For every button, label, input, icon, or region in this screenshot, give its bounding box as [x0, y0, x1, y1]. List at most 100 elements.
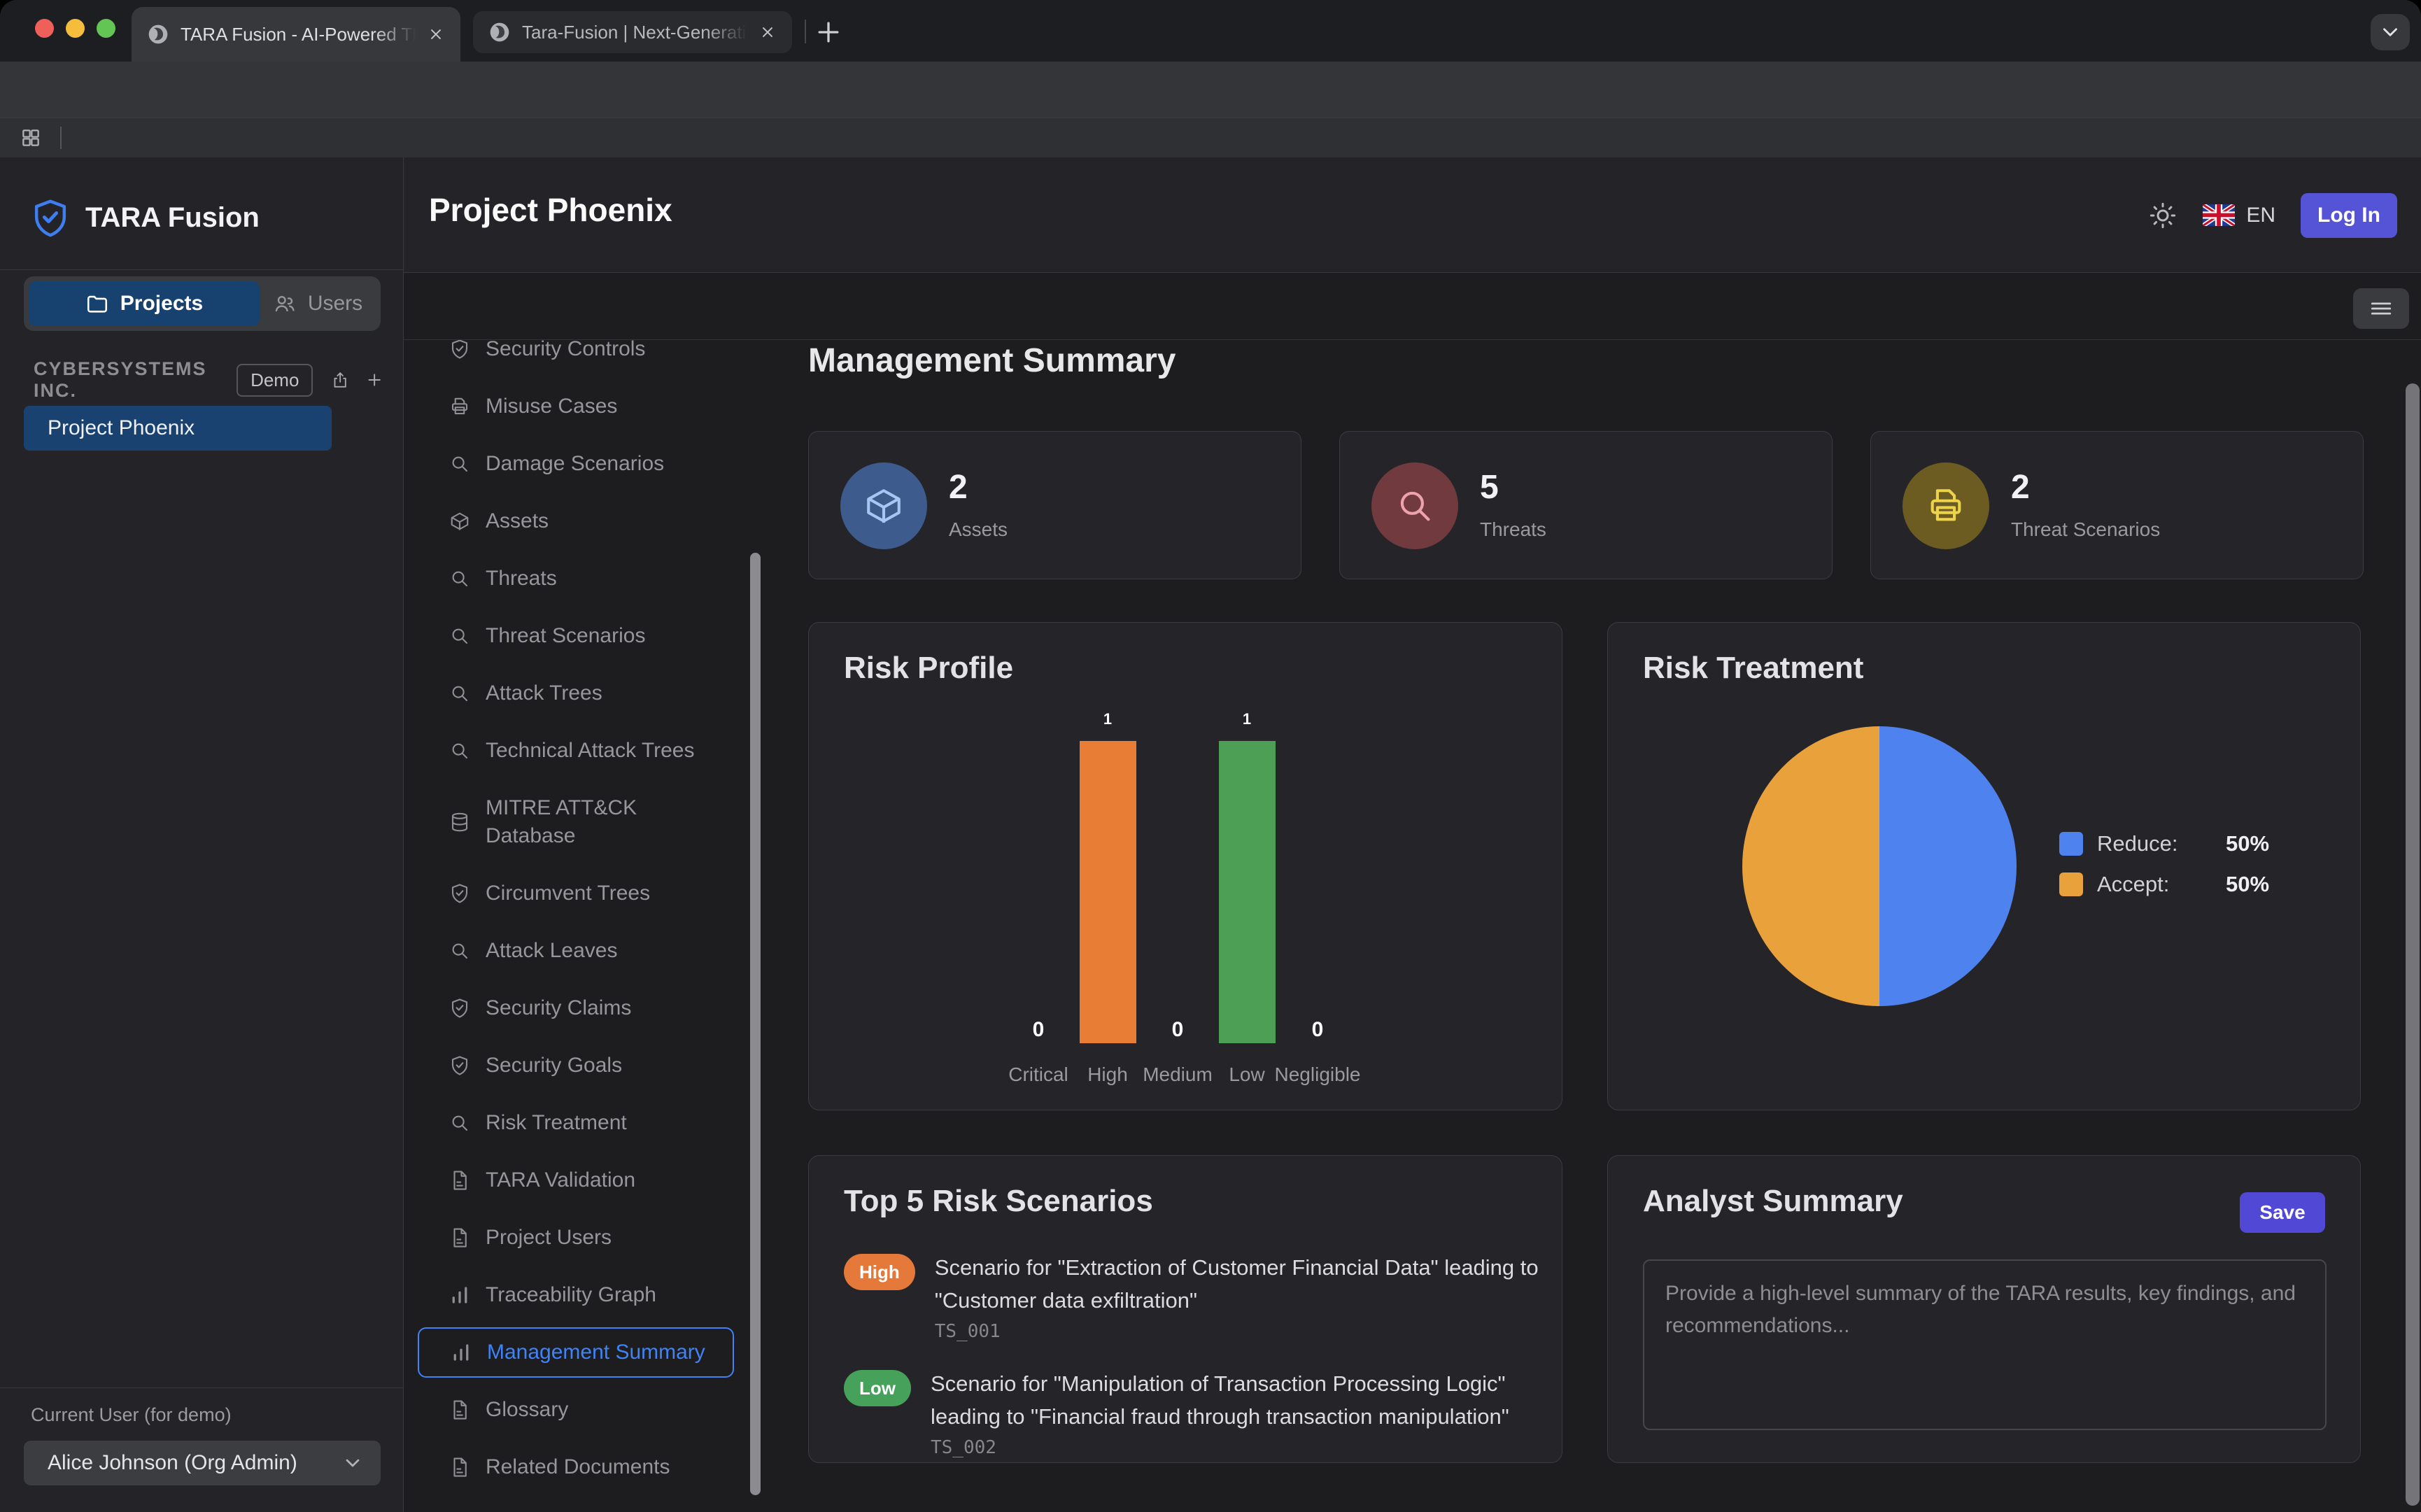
new-tab-button[interactable]	[813, 17, 844, 48]
current-user-select[interactable]: Alice Johnson (Org Admin)	[24, 1441, 381, 1485]
folder-icon	[85, 292, 109, 316]
demo-badge: Demo	[237, 364, 313, 397]
theme-toggle-sun-icon[interactable]	[2148, 201, 2178, 230]
header-actions: EN Log In	[2148, 157, 2397, 273]
top5-title: Top 5 Risk Scenarios	[844, 1184, 1153, 1219]
tab-projects[interactable]: Projects	[29, 281, 260, 326]
nav-scrollbar-thumb[interactable]	[750, 553, 761, 1495]
project-title: Project Phoenix	[429, 191, 672, 229]
nav-item-label: Management Summary	[487, 1338, 732, 1366]
language-switcher[interactable]: EN	[2203, 204, 2275, 227]
risk-scenario-item[interactable]: Low Scenario for "Manipulation of Transa…	[844, 1367, 1534, 1458]
export-icon[interactable]	[331, 369, 349, 391]
nav-item[interactable]: Related Documents	[404, 1439, 754, 1496]
nav-item-icon	[449, 396, 470, 417]
nav-item-label: Threat Scenarios	[486, 622, 730, 650]
tab-title: Tara-Fusion | Next-Generation	[522, 22, 747, 43]
stat-label: Threat Scenarios	[2011, 518, 2160, 541]
hamburger-icon	[2368, 295, 2394, 322]
app-header: Project Phoenix EN Log	[404, 157, 2421, 273]
nav-item[interactable]: Traceability Graph	[404, 1266, 754, 1324]
nav-item[interactable]: Threat Scenarios	[404, 607, 754, 665]
bar-value-label: 1	[1103, 710, 1112, 728]
nav-item[interactable]: Threats	[404, 550, 754, 607]
browser-tab-active[interactable]: TARA Fusion - AI-Powered Th	[132, 7, 460, 62]
chevron-down-icon	[2378, 20, 2402, 44]
menu-button[interactable]	[2353, 288, 2409, 329]
risk-treatment-card: Risk Treatment Reduce: 50%	[1607, 622, 2361, 1110]
close-tab-icon[interactable]	[427, 25, 445, 43]
stat-value: 2	[949, 468, 968, 507]
sidebar-tabs: Projects Users	[24, 276, 381, 331]
nav-item[interactable]: TARA Validation	[404, 1152, 754, 1209]
nav-item-label: Project Users	[486, 1224, 730, 1252]
legend-value: 50%	[2226, 831, 2269, 856]
nav-item[interactable]: Management Summary	[418, 1327, 734, 1378]
bookmarks-divider	[60, 127, 62, 149]
nav-item[interactable]: Attack Leaves	[404, 922, 754, 980]
sidebar: TARA Fusion Projects Users CYBERSYSTEMS …	[0, 157, 404, 1512]
nav-item-label: MITRE ATT&CK Database	[486, 794, 730, 850]
stat-icon	[863, 486, 904, 526]
legend-label: Accept:	[2097, 872, 2195, 897]
nav-item-label: Risk Treatment	[486, 1109, 730, 1137]
close-tab-icon[interactable]	[758, 23, 777, 41]
risk-scenario-item[interactable]: High Scenario for "Extraction of Custome…	[844, 1251, 1534, 1342]
login-button[interactable]: Log In	[2301, 193, 2397, 238]
browser-tab-inactive[interactable]: Tara-Fusion | Next-Generation	[473, 11, 792, 53]
tab-title: TARA Fusion - AI-Powered Th	[181, 24, 416, 45]
bar-category-label: Critical	[1008, 1064, 1068, 1086]
add-project-icon[interactable]	[365, 369, 383, 391]
nav-item-label: Security Claims	[486, 994, 730, 1022]
risk-scenario-id: TS_002	[931, 1437, 1546, 1458]
project-item-selected[interactable]: Project Phoenix	[24, 406, 332, 451]
tab-favicon	[488, 21, 511, 43]
minimize-window-button[interactable]	[66, 19, 85, 38]
analyst-summary-textarea[interactable]	[1643, 1259, 2327, 1430]
save-button[interactable]: Save	[2240, 1192, 2325, 1233]
stat-icon	[1395, 486, 1435, 526]
page-scrollbar-thumb[interactable]	[2406, 383, 2420, 1506]
nav-item[interactable]: Security Controls	[404, 340, 754, 378]
tab-users[interactable]: Users	[260, 281, 376, 326]
nav-item[interactable]: Security Claims	[404, 980, 754, 1037]
nav-item[interactable]: Glossary	[404, 1381, 754, 1439]
legend-row: Accept: 50%	[2059, 872, 2269, 897]
nav-item[interactable]: Damage Scenarios	[404, 435, 754, 493]
nav-item[interactable]: Technical Attack Trees	[404, 722, 754, 779]
bar-high	[1080, 741, 1136, 1043]
browser-toolbar: localhost:3001 Finish update ⋮	[0, 62, 2421, 118]
nav-item[interactable]: MITRE ATT&CK Database	[404, 779, 754, 865]
nav-item[interactable]: Assets	[404, 493, 754, 550]
apps-grid-icon[interactable]	[20, 127, 42, 149]
analyst-summary-title: Analyst Summary	[1643, 1184, 1903, 1219]
page-title: Management Summary	[808, 341, 1176, 380]
nav-item-icon	[449, 1112, 470, 1133]
zoom-window-button[interactable]	[97, 19, 115, 38]
nav-item-icon	[449, 883, 470, 904]
nav-item[interactable]: Security Goals	[404, 1037, 754, 1094]
bar-category-label: Negligible	[1275, 1064, 1361, 1086]
close-window-button[interactable]	[35, 19, 54, 38]
tara-fusion-app: TARA Fusion Projects Users CYBERSYSTEMS …	[0, 157, 2421, 1512]
nav-item[interactable]: Attack Trees	[404, 665, 754, 722]
nav-item[interactable]: Circumvent Trees	[404, 865, 754, 922]
severity-badge: Low	[844, 1370, 911, 1406]
tab-users-label: Users	[308, 292, 362, 316]
bar-value-label: 0	[1172, 1018, 1184, 1042]
nav-item-icon	[449, 568, 470, 589]
brand[interactable]: TARA Fusion	[31, 198, 260, 237]
stat-icon-circle	[840, 462, 927, 549]
nav-item-icon	[451, 1342, 472, 1363]
nav-item-icon	[449, 626, 470, 647]
brand-name: TARA Fusion	[85, 202, 260, 234]
shield-logo-icon	[31, 198, 70, 237]
nav-item[interactable]: Misuse Cases	[404, 378, 754, 435]
tab-search-button[interactable]	[2371, 14, 2410, 50]
nav-item[interactable]: Risk Treatment	[404, 1094, 754, 1152]
stat-icon-circle	[1903, 462, 1989, 549]
nav-item-label: Attack Trees	[486, 679, 730, 707]
bookmarks-bar	[0, 118, 2421, 157]
nav-item[interactable]: Project Users	[404, 1209, 754, 1266]
legend-row: Reduce: 50%	[2059, 831, 2269, 856]
